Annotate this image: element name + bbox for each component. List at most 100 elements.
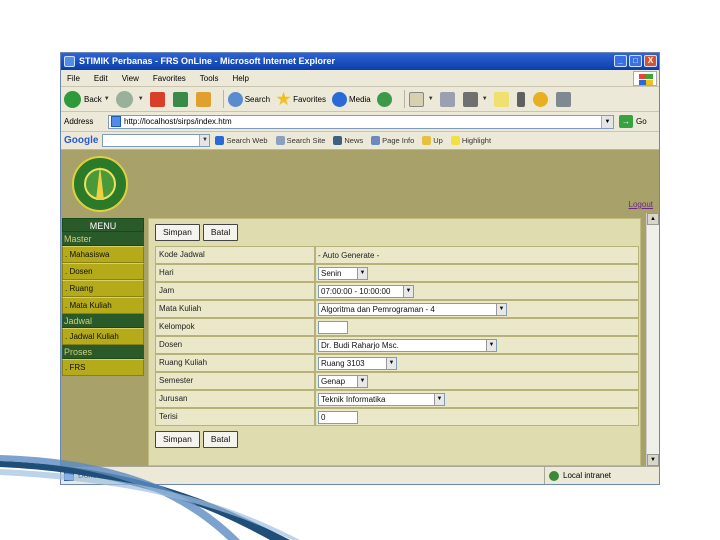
back-button[interactable]: Back ▼ [64,90,110,108]
media-button[interactable]: Media [331,91,371,107]
scroll-up-arrow-icon[interactable]: ▲ [647,213,659,225]
search-button[interactable]: Search [227,91,270,107]
search-icon [227,91,243,107]
form-row: Mata Kuliah Algoritma dan Pemrograman - … [155,300,640,318]
menu-help[interactable]: Help [232,70,248,86]
messenger-button[interactable] [516,91,527,107]
form-row: Hari Senin ▼ [155,264,640,282]
google-logo[interactable]: Google [64,135,98,146]
menu-edit[interactable]: Edit [94,70,108,86]
home-button[interactable] [195,91,213,107]
terisi-input[interactable]: 0 [318,410,358,424]
sidebar-item-mata-kuliah[interactable]: . Mata Kuliah [62,297,144,314]
sidebar-item-ruang[interactable]: . Ruang [62,280,144,297]
chevron-down-icon: ▼ [496,303,506,315]
home-icon [195,91,211,107]
discuss-button[interactable] [493,91,511,107]
status-text: Done [78,471,98,480]
form-row: Kode Jadwal - Auto Generate - [155,246,640,264]
chevron-down-icon: ▼ [434,393,444,405]
news-button[interactable]: News [333,136,363,145]
dosen-label: Dosen [155,336,315,354]
history-button[interactable] [376,91,394,107]
menu-bar: File Edit View Favorites Tools Help [61,70,659,87]
smiley-icon [532,91,548,107]
research-button[interactable] [532,91,550,107]
printer-icon [439,91,455,107]
page-icon [111,116,121,127]
security-zone: Local intranet [563,471,612,480]
google-search-input[interactable]: ▼ [102,134,211,147]
address-input[interactable]: http://localhost/sirps/index.htm ▼ [108,114,614,129]
forward-button[interactable]: ▼ [115,90,144,108]
search-icon [275,136,285,145]
page-info-button[interactable]: Page Info [371,136,414,145]
window-title: STIMIK Perbanas - FRS OnLine - Microsoft… [79,56,336,66]
stop-button[interactable] [149,91,167,107]
presentation-slide: STIMIK Perbanas - FRS OnLine - Microsoft… [0,0,720,540]
bottom-button-row: Simpan Batal [155,426,640,453]
cancel-button[interactable]: Batal [202,224,239,241]
star-icon [276,91,291,106]
ie-icon [64,56,75,67]
sidebar-item-jadwal-kuliah[interactable]: . Jadwal Kuliah [62,328,144,345]
menu-favorites[interactable]: Favorites [153,70,186,86]
save-button[interactable]: Simpan [155,431,200,448]
minimize-button[interactable]: _ [614,55,627,67]
cancel-button[interactable]: Batal [202,431,239,448]
browser-window: STIMIK Perbanas - FRS OnLine - Microsoft… [60,52,660,485]
jurusan-label: Jurusan [155,390,315,408]
vertical-scrollbar[interactable]: ▲ ▼ [646,213,659,466]
refresh-button[interactable] [172,91,190,107]
kelompok-input[interactable] [318,320,348,334]
section-master: Master [62,232,144,246]
chevron-down-icon[interactable]: ▼ [199,135,210,146]
dosen-select[interactable]: Dr. Budi Raharjo Msc. ▼ [318,338,497,352]
menu-file[interactable]: File [67,70,80,86]
jam-select[interactable]: 07:00:00 - 10:00:00 ▼ [318,284,414,298]
edit-button[interactable]: ▼ [462,91,488,107]
schedule-form: Simpan Batal Kode Jadwal - Auto Generate… [155,219,640,453]
discuss-icon [493,91,509,107]
menu-view[interactable]: View [122,70,139,86]
go-button[interactable]: → Go [619,115,647,128]
scroll-down-arrow-icon[interactable]: ▼ [647,454,659,466]
jurusan-select[interactable]: Teknik Informatika ▼ [318,392,445,406]
ruang-kuliah-select[interactable]: Ruang 3103 ▼ [318,356,397,370]
save-button[interactable]: Simpan [155,224,200,241]
refresh-icon [172,91,188,107]
go-arrow-icon: → [619,115,633,128]
semester-select[interactable]: Genap ▼ [318,374,368,388]
chevron-down-icon[interactable]: ▼ [601,115,613,128]
maximize-button[interactable]: □ [629,55,642,67]
menu-title: MENU [62,218,144,232]
hari-select[interactable]: Senin ▼ [318,266,368,280]
form-row: Semester Genap ▼ [155,372,640,390]
kode-jadwal-label: Kode Jadwal [155,246,315,264]
mata-kuliah-select[interactable]: Algoritma dan Pemrograman - 4 ▼ [318,302,507,316]
search-site-button[interactable]: Search Site [275,136,325,145]
up-button[interactable]: Up [422,136,443,145]
favorites-button[interactable]: Favorites [276,91,326,107]
form-row: Terisi 0 [155,408,640,426]
search-web-button[interactable]: Search Web [215,136,268,145]
menu-tools[interactable]: Tools [200,70,219,86]
windows-logo-icon [633,71,657,86]
mail-icon [408,91,424,107]
address-url: http://localhost/sirps/index.htm [124,117,232,126]
logout-link[interactable]: Logout [629,200,653,209]
archive-icon [555,91,571,107]
status-bar: Done Local intranet [61,466,659,484]
highlight-button[interactable]: Highlight [450,136,491,145]
sidebar-item-frs[interactable]: . FRS [62,359,144,376]
print-button[interactable] [439,91,457,107]
sidebar-item-mahasiswa[interactable]: . Mahasiswa [62,246,144,263]
university-logo [72,156,128,212]
form-row: Kelompok [155,318,640,336]
address-label: Address [64,117,94,126]
sidebar-item-dosen[interactable]: . Dosen [62,263,144,280]
close-button[interactable]: X [644,55,657,67]
title-bar[interactable]: STIMIK Perbanas - FRS OnLine - Microsoft… [61,53,659,70]
mail-button[interactable]: ▼ [408,91,434,107]
tools-button[interactable] [555,91,573,107]
